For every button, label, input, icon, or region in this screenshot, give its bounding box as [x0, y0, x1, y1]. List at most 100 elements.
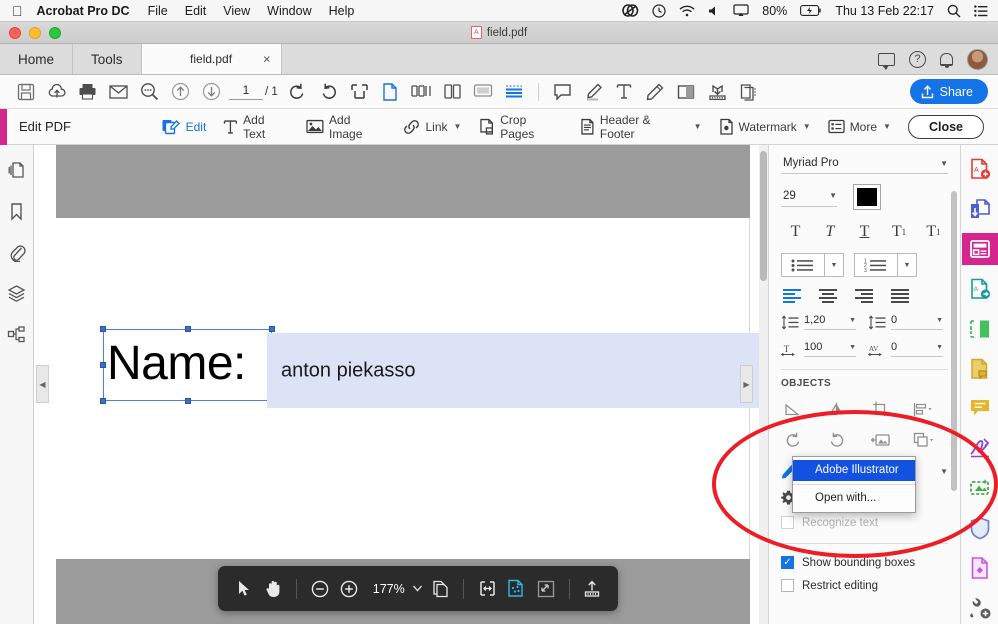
zoom-dropdown-chevron-down-icon[interactable]	[411, 574, 425, 604]
scrolling-icon[interactable]	[499, 79, 530, 105]
flip-horizontal-icon[interactable]	[781, 398, 805, 420]
enhance-scans-icon[interactable]	[962, 472, 998, 505]
document-scrollbar[interactable]	[759, 145, 768, 624]
close-edit-pdf-button[interactable]: Close	[907, 114, 984, 139]
layers-icon[interactable]	[6, 282, 28, 304]
zoom-level-label[interactable]: 177%	[373, 582, 405, 596]
single-page-icon[interactable]	[375, 79, 406, 105]
apple-icon[interactable]: 	[12, 4, 23, 18]
airplay-icon[interactable]	[733, 4, 749, 17]
certificate-icon[interactable]	[733, 79, 764, 105]
text-color-swatch[interactable]	[853, 184, 881, 210]
hand-tool-icon[interactable]	[259, 574, 286, 604]
presentation-icon[interactable]	[468, 79, 499, 105]
menu-item-edit[interactable]: Edit	[185, 4, 207, 18]
facing-pages-icon[interactable]	[437, 79, 468, 105]
organize-pages-icon[interactable]	[962, 312, 998, 345]
fit-width-icon[interactable]	[473, 574, 500, 604]
font-family-select[interactable]: Myriad Pro ▼	[781, 155, 948, 174]
rotate-counterclockwise-icon[interactable]	[282, 79, 313, 105]
rotate-clockwise-icon[interactable]	[825, 429, 849, 451]
document-scrollbar-thumb[interactable]	[760, 151, 767, 281]
align-objects-icon[interactable]	[912, 398, 936, 420]
numbered-list-icon[interactable]: 123 ▼	[854, 253, 917, 277]
spotlight-search-icon[interactable]	[947, 4, 961, 18]
font-size-select[interactable]: 29 ▼	[781, 188, 837, 207]
rotate-counterclockwise-icon[interactable]	[781, 429, 805, 451]
creative-cloud-icon[interactable]	[622, 4, 639, 17]
select-tool-icon[interactable]	[230, 574, 257, 604]
notification-bell-icon[interactable]	[940, 52, 953, 68]
wifi-icon[interactable]	[679, 5, 695, 17]
share-button[interactable]: Share	[909, 79, 988, 104]
page-thumbnail-icon[interactable]	[427, 574, 454, 604]
panel-scrollbar-thumb[interactable]	[951, 191, 957, 491]
zoom-search-icon[interactable]	[134, 79, 165, 105]
chevron-down-icon[interactable]: ▼	[849, 344, 856, 351]
flip-vertical-icon[interactable]	[825, 398, 849, 420]
resize-handle-middle-left[interactable]	[100, 362, 106, 368]
dropdown-item-adobe-illustrator[interactable]: Adobe Illustrator	[793, 460, 915, 481]
chevron-down-icon[interactable]: ▼	[936, 317, 943, 324]
chevron-down-icon[interactable]: ▼	[694, 122, 702, 131]
align-right-icon[interactable]	[855, 288, 873, 303]
tab-tools[interactable]: Tools	[73, 44, 142, 74]
add-text-icon[interactable]	[609, 79, 640, 105]
save-icon[interactable]	[10, 79, 41, 105]
resize-handle-bottom-left[interactable]	[100, 398, 106, 404]
combine-files-icon[interactable]	[962, 193, 998, 226]
more-tools-icon[interactable]	[962, 591, 998, 624]
form-field-name[interactable]: anton piekasso	[267, 333, 768, 408]
align-left-icon[interactable]	[783, 288, 801, 303]
restrict-editing-option[interactable]: Restrict editing	[781, 579, 948, 592]
redact-icon[interactable]	[962, 551, 998, 584]
edit-pdf-icon[interactable]	[961, 232, 998, 266]
subscript-icon[interactable]: T1	[919, 220, 948, 244]
resize-handle-top-left[interactable]	[100, 326, 106, 332]
menu-app-name[interactable]: Acrobat Pro DC	[37, 4, 130, 18]
align-center-icon[interactable]	[819, 288, 837, 303]
chevron-down-icon[interactable]: ▼	[940, 159, 948, 168]
menu-item-help[interactable]: Help	[329, 4, 355, 18]
italic-icon[interactable]: T	[816, 220, 845, 244]
zoom-in-icon[interactable]	[335, 574, 362, 604]
close-icon[interactable]: ×	[263, 52, 271, 67]
add-image-button[interactable]: Add Image	[306, 113, 386, 141]
chevron-down-icon[interactable]: ▼	[936, 344, 943, 351]
highlight-icon[interactable]	[578, 79, 609, 105]
resize-handle-top-right[interactable]	[269, 326, 275, 332]
fit-width-icon[interactable]	[344, 79, 375, 105]
paragraph-spacing-input[interactable]: 0 ▼	[891, 314, 943, 330]
recognize-text-option[interactable]: Recognize text	[781, 516, 948, 529]
comment-icon[interactable]	[962, 392, 998, 425]
chevron-down-icon[interactable]: ▼	[454, 122, 462, 131]
export-pdf-icon[interactable]: A	[962, 272, 998, 305]
page-thumbnails-icon[interactable]	[6, 159, 28, 181]
volume-icon[interactable]	[708, 5, 720, 17]
attachments-icon[interactable]	[6, 241, 28, 263]
align-justify-icon[interactable]	[891, 288, 909, 303]
crop-pages-button[interactable]: Crop Pages	[478, 113, 563, 141]
chevron-down-icon[interactable]: ▼	[849, 317, 856, 324]
menu-item-window[interactable]: Window	[267, 4, 311, 18]
chevron-down-icon[interactable]: ▼	[824, 254, 843, 276]
add-text-button[interactable]: Add Text	[223, 113, 289, 141]
stamp-icon[interactable]	[671, 79, 702, 105]
export-icon[interactable]	[579, 574, 606, 604]
sign-icon[interactable]	[702, 79, 733, 105]
protect-icon[interactable]	[962, 511, 998, 544]
more-button[interactable]: More ▼	[828, 119, 891, 134]
restrict-editing-checkbox[interactable]	[781, 579, 794, 592]
link-button[interactable]: Link ▼	[403, 119, 461, 135]
show-bounding-boxes-option[interactable]: ✓ Show bounding boxes	[781, 556, 948, 569]
zoom-out-icon[interactable]	[306, 574, 333, 604]
user-avatar[interactable]	[967, 48, 988, 70]
underline-icon[interactable]: T	[850, 220, 879, 244]
time-machine-icon[interactable]	[652, 3, 666, 18]
email-icon[interactable]	[103, 79, 134, 105]
create-pdf-icon[interactable]: A	[962, 153, 998, 186]
sign-icon[interactable]	[962, 432, 998, 465]
bookmarks-icon[interactable]	[6, 200, 28, 222]
page-number-input[interactable]: 1	[229, 83, 263, 100]
comment-icon[interactable]	[547, 79, 578, 105]
